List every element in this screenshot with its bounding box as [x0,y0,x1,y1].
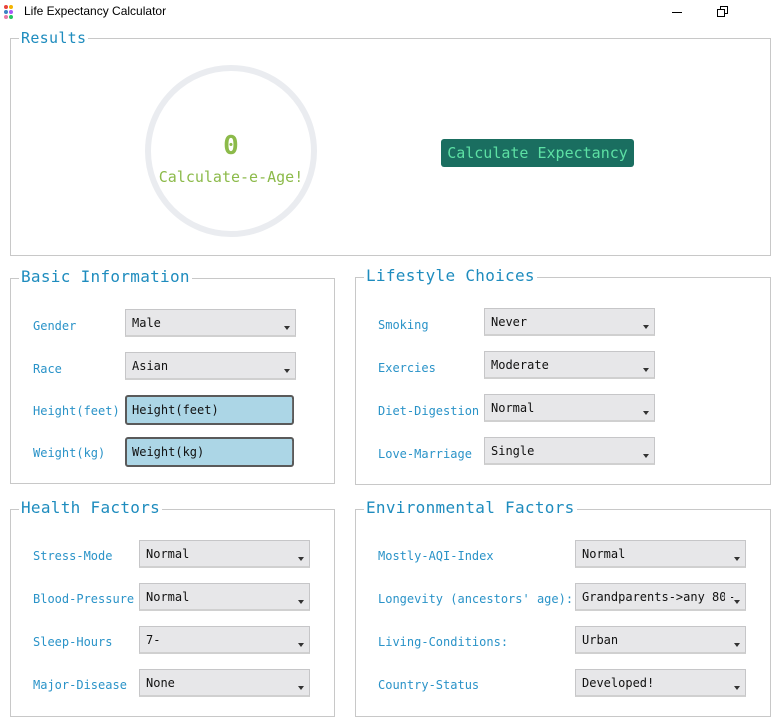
smoking-label: Smoking [378,318,429,332]
smoking-select[interactable]: Never [484,308,655,336]
basic-information-group: Basic Information Gender Male Race Asian… [10,268,335,484]
major-disease-label: Major-Disease [33,678,127,692]
calculate-expectancy-button[interactable]: Calculate Expectancy [441,139,634,167]
country-status-value: Developed! [582,676,655,690]
race-value: Asian [132,359,169,373]
dropdown-arrow-icon [284,326,290,330]
title-bar: Life Expectancy Calculator [0,0,781,24]
results-group: Results 0 Calculate-e-Age! Calculate Exp… [10,29,771,256]
minimize-button[interactable] [654,0,700,24]
age-value: 0 [223,131,239,161]
lifestyle-choices-group: Lifestyle Choices Smoking Never Exercies… [355,267,771,485]
major-disease-select[interactable]: None [139,669,310,697]
height-input[interactable] [125,395,294,425]
weight-input[interactable] [125,437,294,467]
exercise-label: Exercies [378,361,436,375]
smoking-value: Never [491,315,528,329]
stress-select[interactable]: Normal [139,540,310,568]
diet-select[interactable]: Normal [484,394,655,422]
results-legend: Results [19,29,89,47]
blood-pressure-label: Blood-Pressure [33,592,135,606]
longevity-value: Grandparents->any 80+ [582,590,734,604]
stress-label: Stress-Mode [33,549,113,563]
restore-button[interactable] [700,0,746,24]
dropdown-arrow-icon [734,686,740,690]
aqi-value: Normal [582,547,626,561]
stress-value: Normal [146,547,190,561]
longevity-label: Longevity (ancestors' age): [378,592,574,606]
marriage-select[interactable]: Single [484,437,655,465]
age-progress-ring: 0 Calculate-e-Age! [145,65,317,237]
gender-value: Male [132,316,161,330]
age-caption: Calculate-e-Age! [158,168,304,186]
sleep-label: Sleep-Hours [33,635,113,649]
blood-pressure-select[interactable]: Normal [139,583,310,611]
diet-label: Diet-Digestion [378,404,480,418]
gender-select[interactable]: Male [125,309,296,337]
lifestyle-choices-legend: Lifestyle Choices [364,266,537,285]
environmental-factors-legend: Environmental Factors [364,498,577,517]
living-conditions-value: Urban [582,633,619,647]
longevity-select[interactable]: Grandparents->any 80+ [575,583,746,611]
aqi-select[interactable]: Normal [575,540,746,568]
environmental-factors-group: Environmental Factors Mostly-AQI-Index N… [355,499,771,717]
race-label: Race [33,362,62,376]
living-conditions-label: Living-Conditions: [378,635,509,649]
dropdown-arrow-icon [298,600,304,604]
basic-information-legend: Basic Information [19,267,192,286]
dropdown-arrow-icon [734,600,740,604]
race-select[interactable]: Asian [125,352,296,380]
aqi-label: Mostly-AQI-Index [378,549,494,563]
diet-value: Normal [491,401,535,415]
dropdown-arrow-icon [298,557,304,561]
living-conditions-select[interactable]: Urban [575,626,746,654]
gender-label: Gender [33,319,77,333]
health-factors-group: Health Factors Stress-Mode Normal Blood-… [10,499,335,717]
health-factors-legend: Health Factors [19,498,163,517]
country-status-select[interactable]: Developed! [575,669,746,697]
marriage-value: Single [491,444,535,458]
dropdown-arrow-icon [734,557,740,561]
dropdown-arrow-icon [734,643,740,647]
country-status-label: Country-Status [378,678,480,692]
weight-label: Weight(kg) [33,446,106,460]
sleep-select[interactable]: 7- [139,626,310,654]
exercise-select[interactable]: Moderate [484,351,655,379]
dropdown-arrow-icon [284,369,290,373]
dropdown-arrow-icon [643,454,649,458]
dropdown-arrow-icon [643,411,649,415]
dropdown-arrow-icon [643,325,649,329]
marriage-label: Love-Marriage [378,447,472,461]
dropdown-arrow-icon [298,643,304,647]
blood-pressure-value: Normal [146,590,190,604]
exercise-value: Moderate [491,358,549,372]
major-disease-value: None [146,676,175,690]
dropdown-arrow-icon [298,686,304,690]
height-label: Height(feet) [33,404,120,418]
window-title: Life Expectancy Calculator [24,4,167,18]
sleep-value: 7- [146,633,161,647]
app-icon [4,5,18,19]
dropdown-arrow-icon [643,368,649,372]
